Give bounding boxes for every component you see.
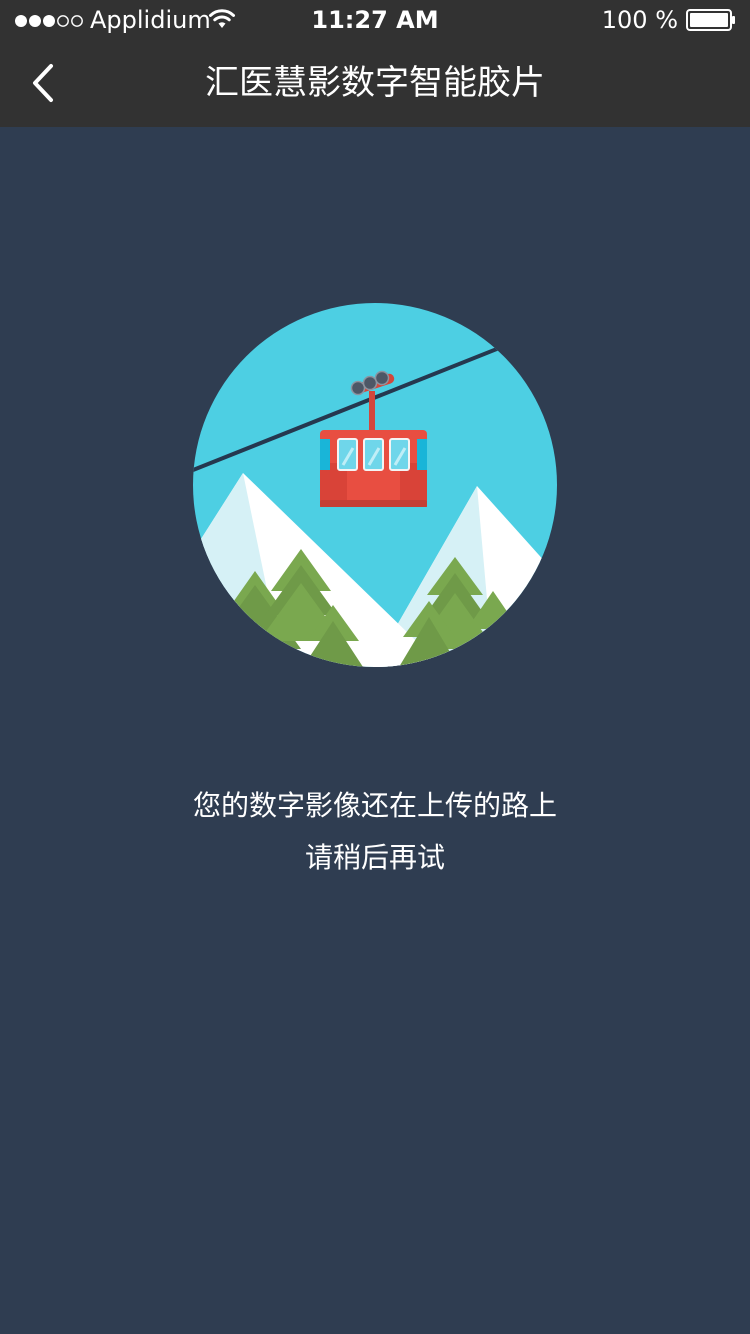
battery-percent: 100 % [601,6,678,34]
cable-car-illustration [193,303,557,667]
header: Applidium 11:27 AM 100 % 汇医慧影数字智能胶片 [0,0,750,127]
message-line-1: 您的数字影像还在上传的路上 [192,789,557,822]
back-button[interactable] [18,58,68,108]
app-screen: Applidium 11:27 AM 100 % 汇医慧影数字智能胶片 您的数字… [0,0,750,1334]
chevron-left-icon [33,64,53,102]
page-title: 汇医慧影数字智能胶片 [205,63,545,103]
message-line-2: 请稍后再试 [304,841,445,874]
navigation-bar: 汇医慧影数字智能胶片 [0,40,750,127]
battery-icon [686,9,735,31]
upload-pending-message: 您的数字影像还在上传的路上 请稍后再试 [0,780,750,884]
status-bar: Applidium 11:27 AM 100 % [0,0,750,40]
